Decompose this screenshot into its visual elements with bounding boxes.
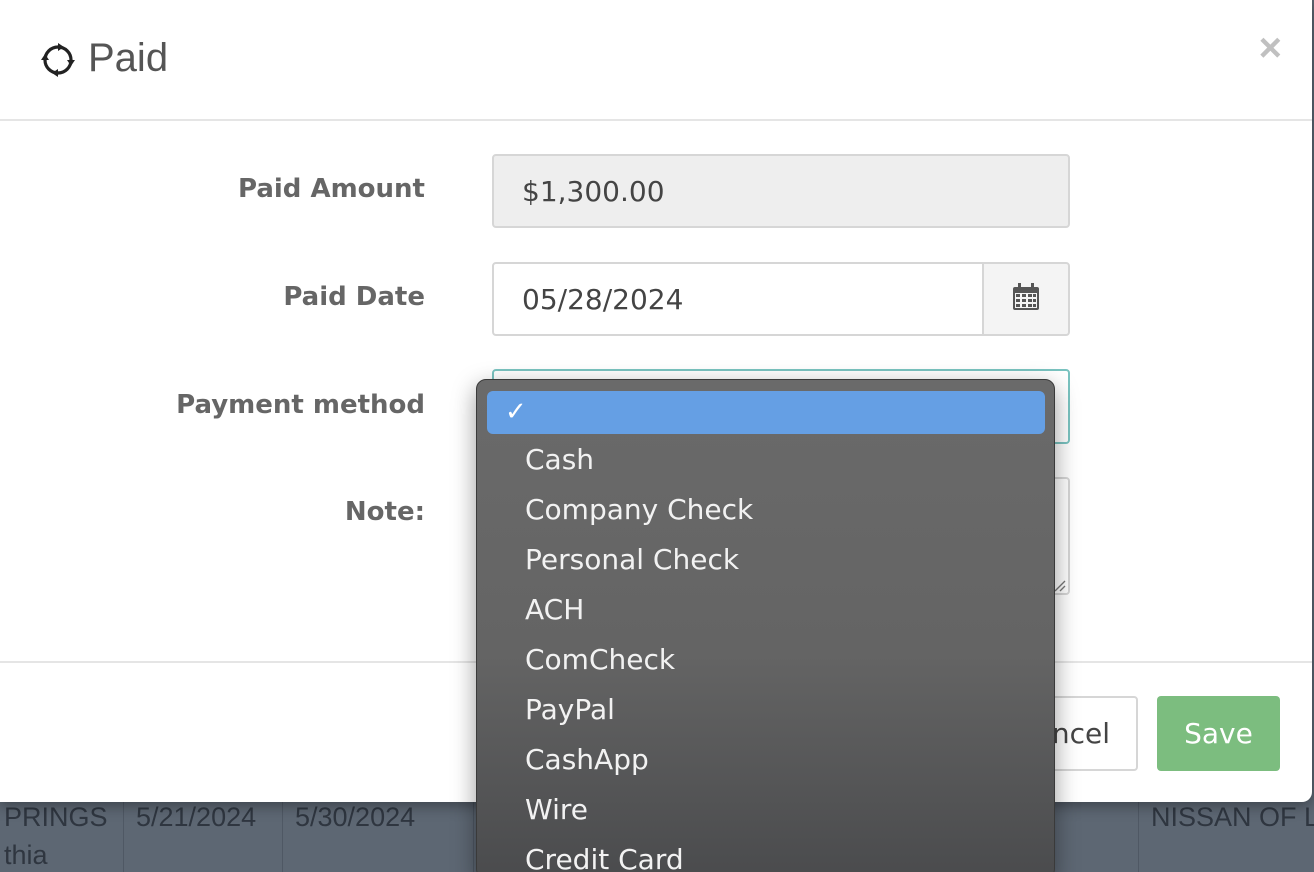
dropdown-option-ach[interactable]: ACH [525, 593, 584, 626]
payment-method-dropdown: ✓ Cash Company Check Personal Check ACH … [476, 379, 1055, 872]
paid-date-value: 05/28/2024 [522, 282, 684, 316]
calendar-icon [1011, 282, 1041, 316]
checkmark-icon: ✓ [505, 397, 527, 427]
close-button[interactable]: × [1259, 28, 1282, 68]
paid-date-label: Paid Date [283, 282, 425, 312]
table-cell: 5/30/2024 [283, 800, 474, 872]
modal-header: Paid × [0, 0, 1312, 121]
note-label: Note: [344, 497, 425, 527]
payment-method-label: Payment method [176, 390, 425, 420]
paid-date-input[interactable]: 05/28/2024 [492, 262, 984, 336]
calendar-button[interactable] [983, 262, 1070, 336]
paid-amount-label: Paid Amount [237, 174, 425, 204]
paid-amount-field: $1,300.00 [492, 154, 1070, 228]
dropdown-option-wire[interactable]: Wire [525, 793, 588, 826]
dropdown-option-personal-check[interactable]: Personal Check [525, 543, 739, 576]
dropdown-option-blank[interactable]: ✓ [487, 391, 1045, 434]
modal-title: Paid [88, 36, 169, 80]
dropdown-option-cashapp[interactable]: CashApp [525, 743, 649, 776]
cell-text: 5/30/2024 [295, 802, 416, 832]
save-label: Save [1184, 717, 1253, 750]
cell-text: 5/21/2024 [136, 802, 257, 832]
cell-text: NISSAN OF L [1151, 802, 1314, 832]
table-cell: NISSAN OF L [1139, 800, 1314, 872]
dropdown-option-credit-card[interactable]: Credit Card [525, 843, 684, 872]
save-button[interactable]: Save [1157, 696, 1280, 771]
refresh-circle-icon [40, 42, 76, 78]
table-cell: PRINGS thia [0, 800, 124, 872]
dropdown-option-company-check[interactable]: Company Check [525, 493, 753, 526]
table-cell: 5/21/2024 [124, 800, 283, 872]
cell-text: thia [4, 840, 48, 870]
paid-amount-value: $1,300.00 [522, 174, 665, 208]
dropdown-option-cash[interactable]: Cash [525, 443, 594, 476]
dropdown-option-paypal[interactable]: PayPal [525, 693, 615, 726]
cell-text: PRINGS [4, 802, 108, 832]
dropdown-option-comcheck[interactable]: ComCheck [525, 643, 675, 676]
cancel-label: ncel [1051, 717, 1110, 750]
